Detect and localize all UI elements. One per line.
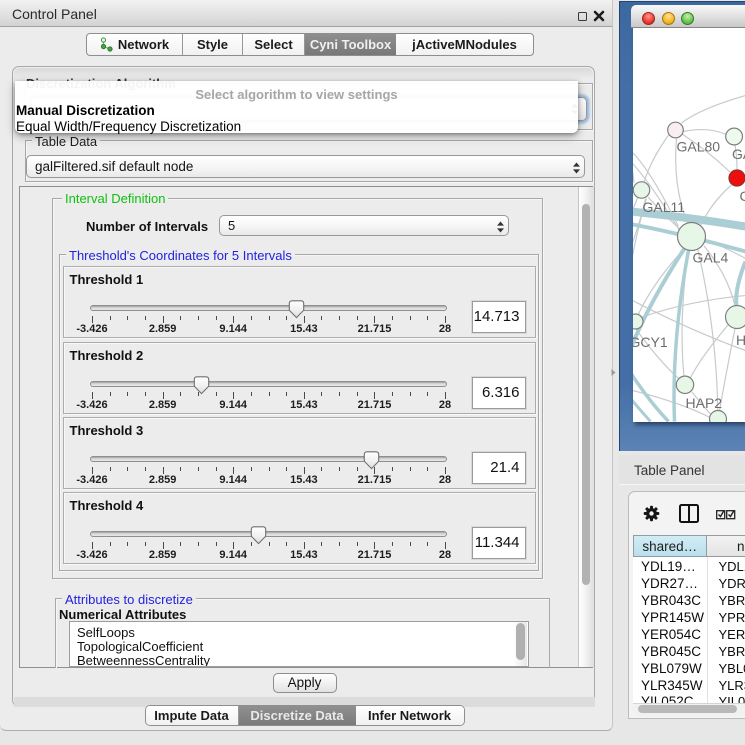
- svg-text:GCY1: GCY1: [633, 334, 668, 350]
- svg-text:H: H: [736, 332, 745, 348]
- svg-text:GAL4: GAL4: [692, 249, 728, 265]
- svg-text:HAP2: HAP2: [685, 395, 722, 411]
- svg-text:GA: GA: [732, 146, 745, 162]
- svg-text:C: C: [739, 188, 745, 204]
- svg-text:GAL11: GAL11: [642, 199, 685, 215]
- svg-text:GAL80: GAL80: [676, 138, 720, 154]
